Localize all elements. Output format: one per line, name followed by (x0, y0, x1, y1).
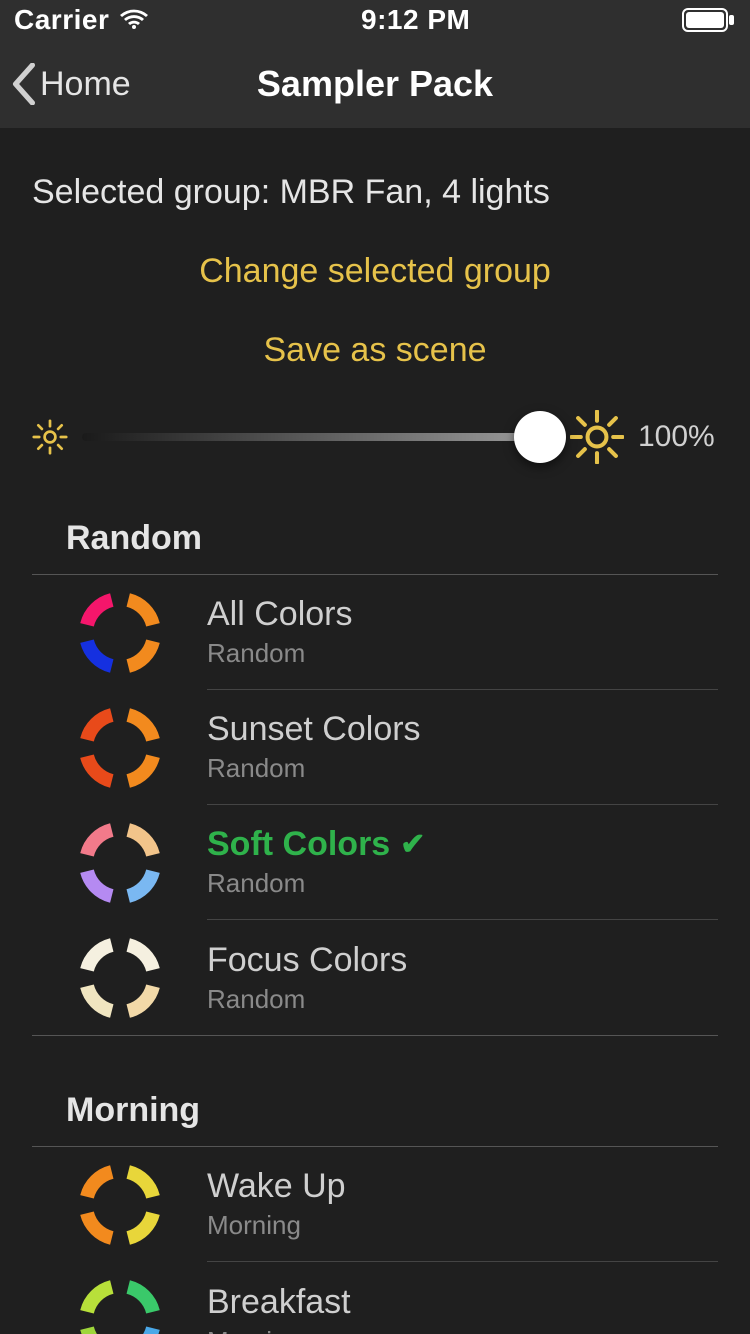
color-swatch-icon (78, 591, 162, 675)
scene-subtitle: Random (207, 638, 718, 669)
scene-title: Wake Up (207, 1167, 718, 1206)
scene-title: Soft Colors✔ (207, 825, 718, 864)
scene-item[interactable]: Soft Colors✔ Random (32, 805, 718, 920)
battery-icon (682, 8, 736, 32)
chevron-left-icon (10, 63, 38, 105)
scene-item[interactable]: Wake Up Morning (32, 1147, 718, 1262)
scene-title: All Colors (207, 595, 718, 634)
color-swatch-icon (78, 821, 162, 905)
color-swatch-icon (78, 936, 162, 1020)
scene-title: Breakfast (207, 1283, 718, 1322)
scene-title: Sunset Colors (207, 710, 718, 749)
section-header: Random (66, 519, 718, 558)
scene-text: All Colors Random (207, 575, 718, 690)
brightness-low-icon (32, 419, 68, 455)
color-swatch-icon (78, 706, 162, 790)
change-group-button[interactable]: Change selected group (32, 252, 718, 291)
scene-title: Focus Colors (207, 941, 718, 980)
carrier-label: Carrier (14, 4, 109, 36)
back-label: Home (40, 65, 131, 104)
check-icon: ✔ (400, 827, 425, 862)
brightness-value: 100% (638, 420, 718, 454)
scene-item[interactable]: All Colors Random (32, 575, 718, 690)
nav-bar: Home Sampler Pack (0, 40, 750, 128)
scene-text: Focus Colors Random (207, 920, 718, 1035)
section-header: Morning (66, 1091, 718, 1130)
brightness-high-icon (570, 410, 624, 464)
scene-text: Sunset Colors Random (207, 690, 718, 805)
wifi-icon (119, 9, 149, 31)
scene-subtitle: Random (207, 753, 718, 784)
save-scene-button[interactable]: Save as scene (32, 331, 718, 370)
slider-thumb[interactable] (514, 411, 566, 463)
clock-label: 9:12 PM (149, 4, 682, 36)
scene-text: Soft Colors✔ Random (207, 805, 718, 920)
brightness-slider[interactable] (82, 433, 556, 441)
color-swatch-icon (78, 1278, 162, 1334)
back-button[interactable]: Home (10, 63, 131, 105)
scene-subtitle: Random (207, 868, 718, 899)
scene-subtitle: Morning (207, 1326, 718, 1334)
status-bar: Carrier 9:12 PM (0, 0, 750, 40)
scene-text: Wake Up Morning (207, 1147, 718, 1262)
scene-subtitle: Morning (207, 1210, 718, 1241)
scene-text: Breakfast Morning (207, 1262, 718, 1334)
scene-item[interactable]: Sunset Colors Random (32, 690, 718, 805)
color-swatch-icon (78, 1163, 162, 1247)
scene-item[interactable]: Breakfast Morning (32, 1262, 718, 1334)
scene-subtitle: Random (207, 984, 718, 1015)
selected-group-label: Selected group: MBR Fan, 4 lights (32, 173, 718, 212)
scene-item[interactable]: Focus Colors Random (32, 920, 718, 1035)
